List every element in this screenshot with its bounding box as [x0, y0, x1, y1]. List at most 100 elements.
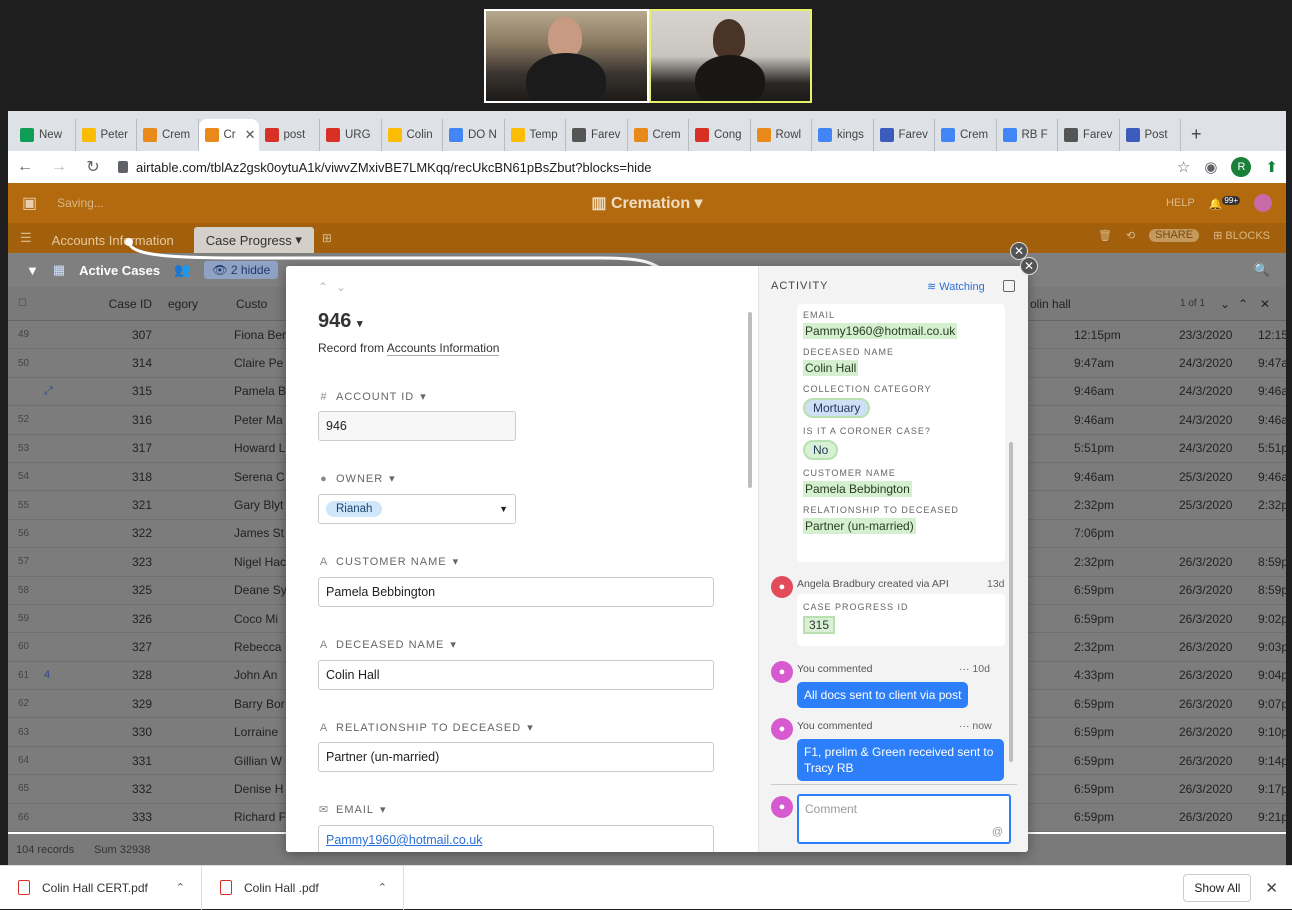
- field-label-email[interactable]: ✉ EMAIL ▾: [318, 803, 387, 817]
- customer-name-field[interactable]: Pamela Bebbington: [318, 577, 714, 607]
- cell-customer[interactable]: Gary Blyt: [226, 498, 286, 512]
- column-header-category[interactable]: egory: [158, 297, 226, 311]
- cell-customer[interactable]: Howard L: [226, 441, 286, 455]
- cell-time[interactable]: 4:33pm: [1074, 668, 1114, 682]
- cell-case-id[interactable]: 318: [84, 470, 158, 484]
- browser-tab[interactable]: Post: [1120, 119, 1181, 151]
- trash-icon[interactable]: 🗑: [1098, 229, 1112, 242]
- cell-case-id[interactable]: 307: [84, 328, 158, 342]
- row-number[interactable]: 61: [8, 670, 44, 681]
- watching-button[interactable]: ≋ Watching: [927, 280, 985, 293]
- cell-customer[interactable]: Coco Mi: [226, 612, 286, 626]
- cell-extra[interactable]: 8:59p: [1258, 555, 1286, 569]
- cell-time[interactable]: 9:46am: [1074, 413, 1114, 427]
- expand-chevron-icon[interactable]: ⌃: [1238, 297, 1248, 311]
- update-icon[interactable]: ⬆: [1265, 158, 1278, 176]
- row-number[interactable]: 59: [8, 613, 44, 624]
- field-label-owner[interactable]: ● OWNER ▾: [318, 472, 396, 486]
- cell-customer[interactable]: Lorraine: [226, 725, 286, 739]
- bookmark-star-icon[interactable]: ☆: [1177, 158, 1190, 176]
- row-number[interactable]: 66: [8, 812, 44, 823]
- browser-tab[interactable]: Farev: [1058, 119, 1120, 151]
- comment-input[interactable]: Comment @: [797, 794, 1011, 844]
- row-expand[interactable]: ⤢: [44, 385, 84, 398]
- cell-date[interactable]: 26/3/2020: [1179, 754, 1232, 768]
- search-icon[interactable]: 🔍: [1254, 262, 1270, 278]
- email-field[interactable]: Pammy1960@hotmail.co.uk: [318, 825, 714, 852]
- cell-date[interactable]: 26/3/2020: [1179, 612, 1232, 626]
- cell-case-id[interactable]: 325: [84, 583, 158, 597]
- cell-case-id[interactable]: 314: [84, 356, 158, 370]
- cell-date[interactable]: 25/3/2020: [1179, 498, 1232, 512]
- cell-customer[interactable]: James St: [226, 526, 286, 540]
- column-header-customer[interactable]: Custo: [226, 297, 286, 311]
- browser-tab[interactable]: DO N: [443, 119, 505, 151]
- notifications-icon[interactable]: 🔔 99+: [1209, 195, 1240, 210]
- cell-time[interactable]: 2:32pm: [1074, 640, 1114, 654]
- cell-time[interactable]: 9:47am: [1074, 356, 1114, 370]
- cell-time[interactable]: 6:59pm: [1074, 725, 1114, 739]
- browser-tab[interactable]: URG: [320, 119, 382, 151]
- cell-extra[interactable]: 2:32p: [1258, 498, 1286, 512]
- cell-case-id[interactable]: 323: [84, 555, 158, 569]
- cell-date[interactable]: 23/3/2020: [1179, 328, 1232, 342]
- cell-customer[interactable]: Claire Pe: [226, 356, 286, 370]
- blocks-button[interactable]: ⊞ BLOCKS: [1213, 229, 1270, 242]
- activity-scrollbar[interactable]: [1009, 442, 1013, 762]
- row-number[interactable]: 55: [8, 500, 44, 511]
- share-button[interactable]: SHARE: [1149, 229, 1200, 242]
- cell-date[interactable]: 26/3/2020: [1179, 583, 1232, 597]
- cell-date[interactable]: 24/3/2020: [1179, 384, 1232, 398]
- new-tab-icon[interactable]: +: [1191, 124, 1202, 145]
- cell-time[interactable]: 9:46am: [1074, 384, 1114, 398]
- browser-tab[interactable]: Peter: [76, 119, 137, 151]
- row-number[interactable]: 53: [8, 443, 44, 454]
- cell-extra[interactable]: 9:46a: [1258, 470, 1286, 484]
- cell-customer[interactable]: Serena C: [226, 470, 286, 484]
- row-number[interactable]: 58: [8, 585, 44, 596]
- show-all-button[interactable]: Show All: [1183, 873, 1252, 902]
- cell-case-id[interactable]: 326: [84, 612, 158, 626]
- cell-date[interactable]: 24/3/2020: [1179, 413, 1232, 427]
- cell-case-id[interactable]: 329: [84, 697, 158, 711]
- forward-icon[interactable]: →: [50, 158, 68, 176]
- cell-extra[interactable]: 12:15: [1258, 328, 1286, 342]
- browser-tab[interactable]: Temp: [505, 119, 566, 151]
- cell-extra[interactable]: 9:21p: [1258, 810, 1286, 824]
- cell-case-id[interactable]: 321: [84, 498, 158, 512]
- cell-date[interactable]: 26/3/2020: [1179, 640, 1232, 654]
- collapse-panel-icon[interactable]: [1003, 280, 1015, 292]
- menu-icon[interactable]: ☰: [20, 230, 32, 246]
- cell-time[interactable]: 6:59pm: [1074, 782, 1114, 796]
- close-search-icon[interactable]: ✕: [1260, 297, 1270, 311]
- collapse-chevron-icon[interactable]: ⌄: [1220, 297, 1230, 311]
- cell-customer[interactable]: Fiona Ber: [226, 328, 286, 342]
- row-expand[interactable]: 4: [44, 669, 84, 681]
- cell-case-id[interactable]: 331: [84, 754, 158, 768]
- chevron-up-icon[interactable]: ⌃: [176, 881, 185, 894]
- browser-tab[interactable]: Crem: [137, 119, 199, 151]
- cell-time[interactable]: 7:06pm: [1074, 526, 1114, 540]
- view-dropdown-icon[interactable]: ▼: [26, 263, 39, 278]
- field-label-relationship[interactable]: A RELATIONSHIP TO DECEASED ▾: [318, 721, 534, 735]
- extension-icon[interactable]: ◉: [1204, 158, 1217, 176]
- url-text[interactable]: airtable.com/tblAz2gsk0oytuA1k/viwvZMxiv…: [136, 160, 652, 175]
- download-item[interactable]: Colin Hall .pdf ⌃: [202, 865, 404, 910]
- cell-date[interactable]: 26/3/2020: [1179, 668, 1232, 682]
- cell-customer[interactable]: Barry Bor: [226, 697, 286, 711]
- prev-record-icon[interactable]: ⌃: [318, 280, 328, 294]
- row-number[interactable]: 65: [8, 783, 44, 794]
- base-title[interactable]: ▥ Cremation ▾: [591, 193, 702, 213]
- cell-customer[interactable]: Richard F: [226, 810, 286, 824]
- next-record-icon[interactable]: ⌄: [336, 280, 346, 294]
- email-link[interactable]: Pammy1960@hotmail.co.uk: [326, 833, 483, 847]
- cell-extra[interactable]: 9:46a: [1258, 384, 1286, 398]
- cell-time[interactable]: 6:59pm: [1074, 697, 1114, 711]
- row-number[interactable]: 50: [8, 358, 44, 369]
- row-number[interactable]: 54: [8, 471, 44, 482]
- cell-date[interactable]: 26/3/2020: [1179, 782, 1232, 796]
- cell-time[interactable]: 5:51pm: [1074, 441, 1114, 455]
- cell-date[interactable]: 26/3/2020: [1179, 697, 1232, 711]
- field-label-deceased-name[interactable]: A DECEASED NAME ▾: [318, 638, 457, 652]
- cell-extra[interactable]: 9:47a: [1258, 356, 1286, 370]
